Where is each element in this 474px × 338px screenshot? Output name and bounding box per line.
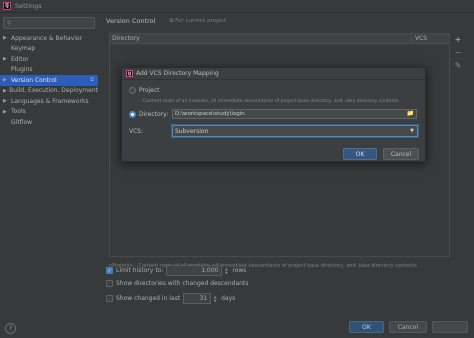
modal-overlay [0, 0, 474, 338]
project-radio-label: Project [139, 87, 160, 94]
dialog-title: Add VCS Directory Mapping [136, 70, 219, 77]
directory-path-input[interactable]: D:\workspace\study\login 📁 [172, 109, 417, 119]
directory-option[interactable]: Directory: [129, 111, 168, 118]
project-option[interactable]: Project [129, 87, 160, 94]
vcs-selected-value: Subversion [175, 127, 209, 135]
dialog-cancel-button[interactable]: Cancel [383, 148, 419, 160]
browse-folder-icon[interactable]: 📁 [407, 110, 414, 117]
directory-path-value: D:\workspace\study\login [175, 111, 245, 117]
directory-radio[interactable] [129, 111, 136, 118]
directory-radio-label: Directory: [139, 111, 169, 118]
vcs-dropdown[interactable]: Subversion ▼ [172, 125, 418, 137]
add-vcs-mapping-dialog: IJ Add VCS Directory Mapping Project Con… [121, 67, 426, 162]
vcs-label: VCS: [129, 128, 144, 135]
intellij-app-icon: IJ [126, 70, 133, 77]
dialog-titlebar: IJ Add VCS Directory Mapping [122, 68, 425, 80]
project-radio[interactable] [129, 87, 136, 94]
project-description: Content roots of all modules, all immedi… [143, 99, 399, 104]
dialog-ok-button[interactable]: OK [343, 148, 377, 160]
chevron-down-icon: ▼ [410, 128, 414, 134]
